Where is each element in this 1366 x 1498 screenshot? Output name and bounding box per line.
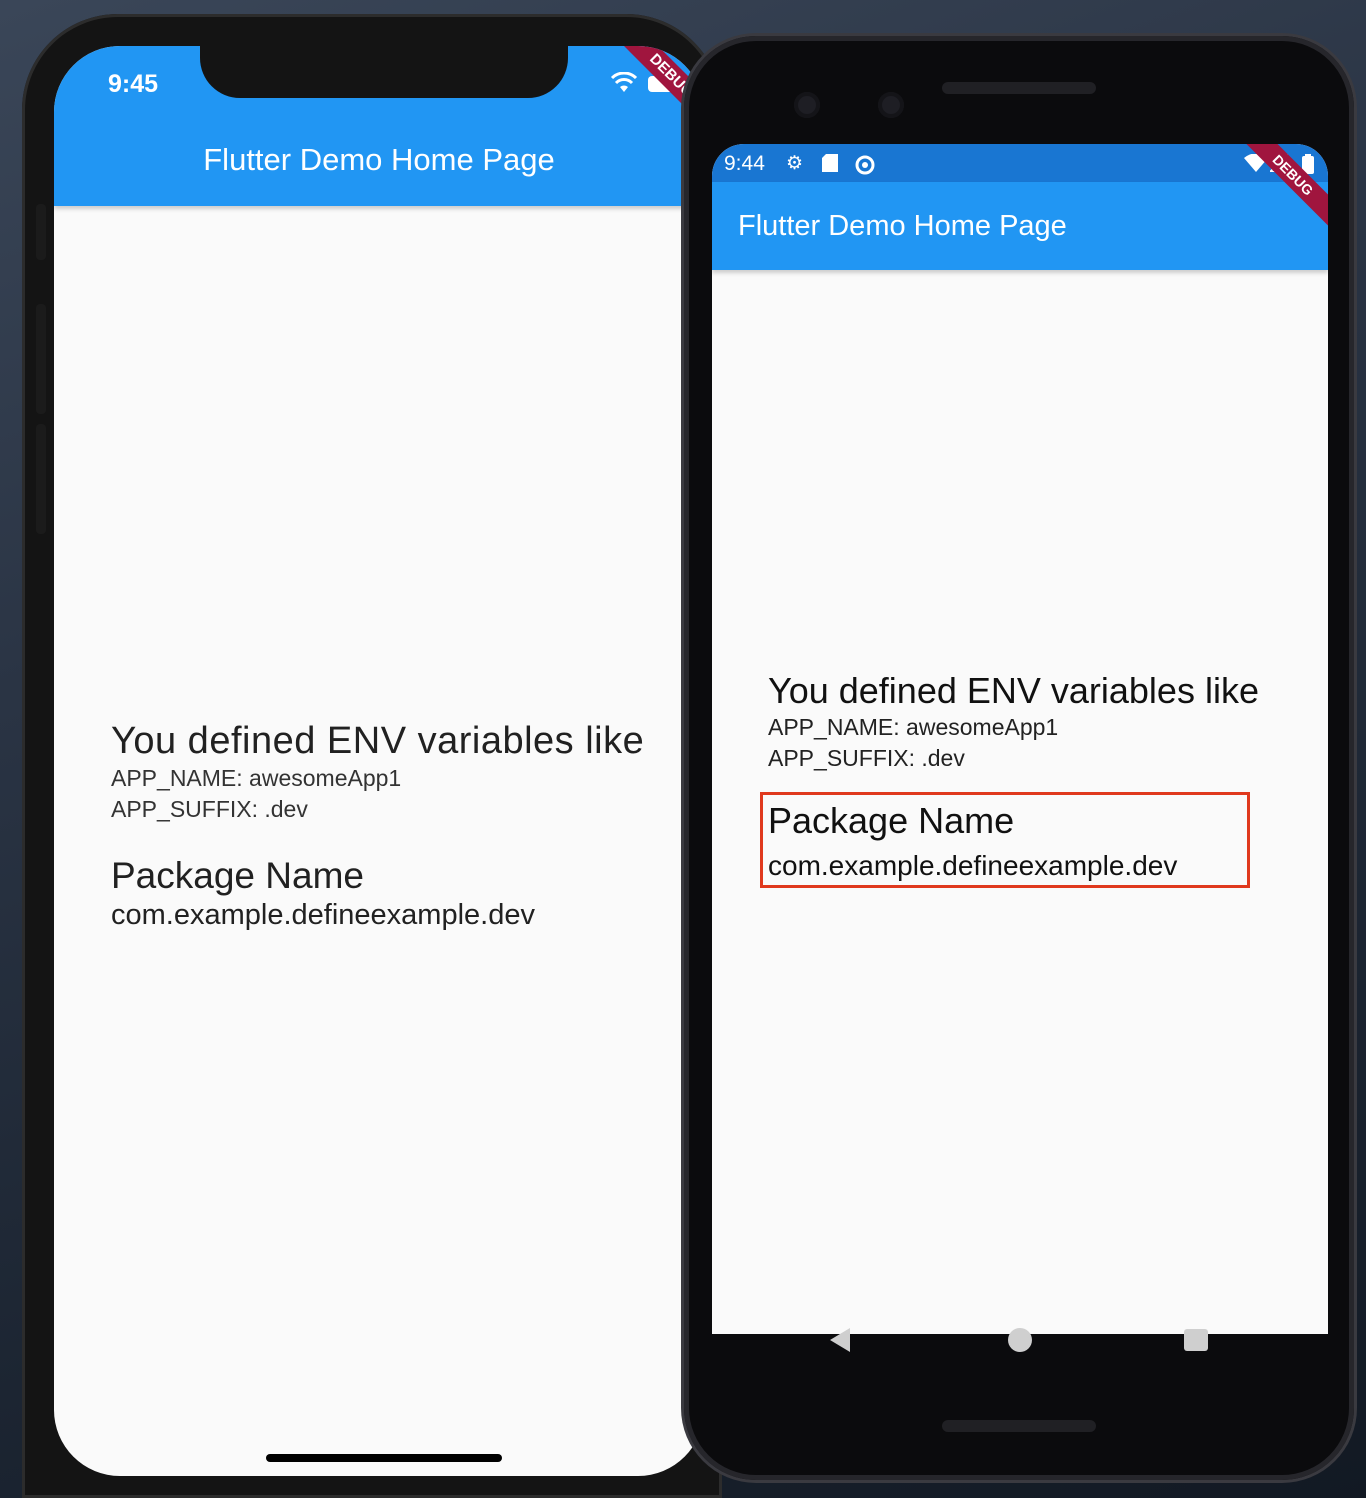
env-line-app-name: APP_NAME: awesomeApp1 <box>111 765 402 791</box>
env-line-app-suffix: APP_SUFFIX: .dev <box>768 745 965 771</box>
package-name-title: Package Name <box>111 855 364 896</box>
recents-icon[interactable] <box>1184 1329 1208 1351</box>
iphone-volume-down-button <box>36 424 46 534</box>
package-name-value: com.example.defineexample.dev <box>768 850 1178 881</box>
android-sensor <box>794 92 820 118</box>
ios-body: You defined ENV variables like APP_NAME:… <box>111 720 644 932</box>
sd-card-icon <box>822 154 838 176</box>
android-front-camera <box>878 92 904 118</box>
android-debug-banner: DEBUG <box>1228 144 1328 244</box>
debug-banner-label: DEBUG <box>1232 144 1328 236</box>
iphone-silent-switch <box>36 204 46 260</box>
env-line-app-suffix: APP_SUFFIX: .dev <box>111 796 308 822</box>
package-name-title: Package Name <box>768 800 1015 841</box>
android-body: You defined ENV variables like APP_NAME:… <box>760 670 1259 888</box>
ios-notch <box>200 46 568 98</box>
android-navigation-bar <box>712 1302 1328 1382</box>
android-bottom-speaker <box>942 1420 1096 1432</box>
android-screen: 9:44 ⚙ Flutter Demo Home Page DEBUG You … <box>712 144 1328 1334</box>
sync-icon <box>854 154 876 180</box>
env-headline: You defined ENV variables like <box>111 720 645 762</box>
android-app-bar-title: Flutter Demo Home Page <box>738 210 1067 242</box>
env-headline: You defined ENV variables like <box>768 670 1259 711</box>
ios-status-time: 9:45 <box>108 70 159 98</box>
home-icon[interactable] <box>1008 1328 1032 1352</box>
settings-icon: ⚙ <box>786 153 804 174</box>
android-device-frame: 9:44 ⚙ Flutter Demo Home Page DEBUG You … <box>684 36 1354 1480</box>
env-line-app-name: APP_NAME: awesomeApp1 <box>768 714 1059 740</box>
android-top-speaker <box>942 82 1096 94</box>
back-icon[interactable] <box>830 1328 850 1352</box>
package-name-value: com.example.defineexample.dev <box>111 899 535 931</box>
iphone-volume-up-button <box>36 304 46 414</box>
ios-home-indicator[interactable] <box>266 1454 502 1462</box>
android-status-time: 9:44 <box>724 152 765 175</box>
iphone-screen: 9:45 Flutter Demo Home Page DEBUG You de… <box>54 46 704 1476</box>
